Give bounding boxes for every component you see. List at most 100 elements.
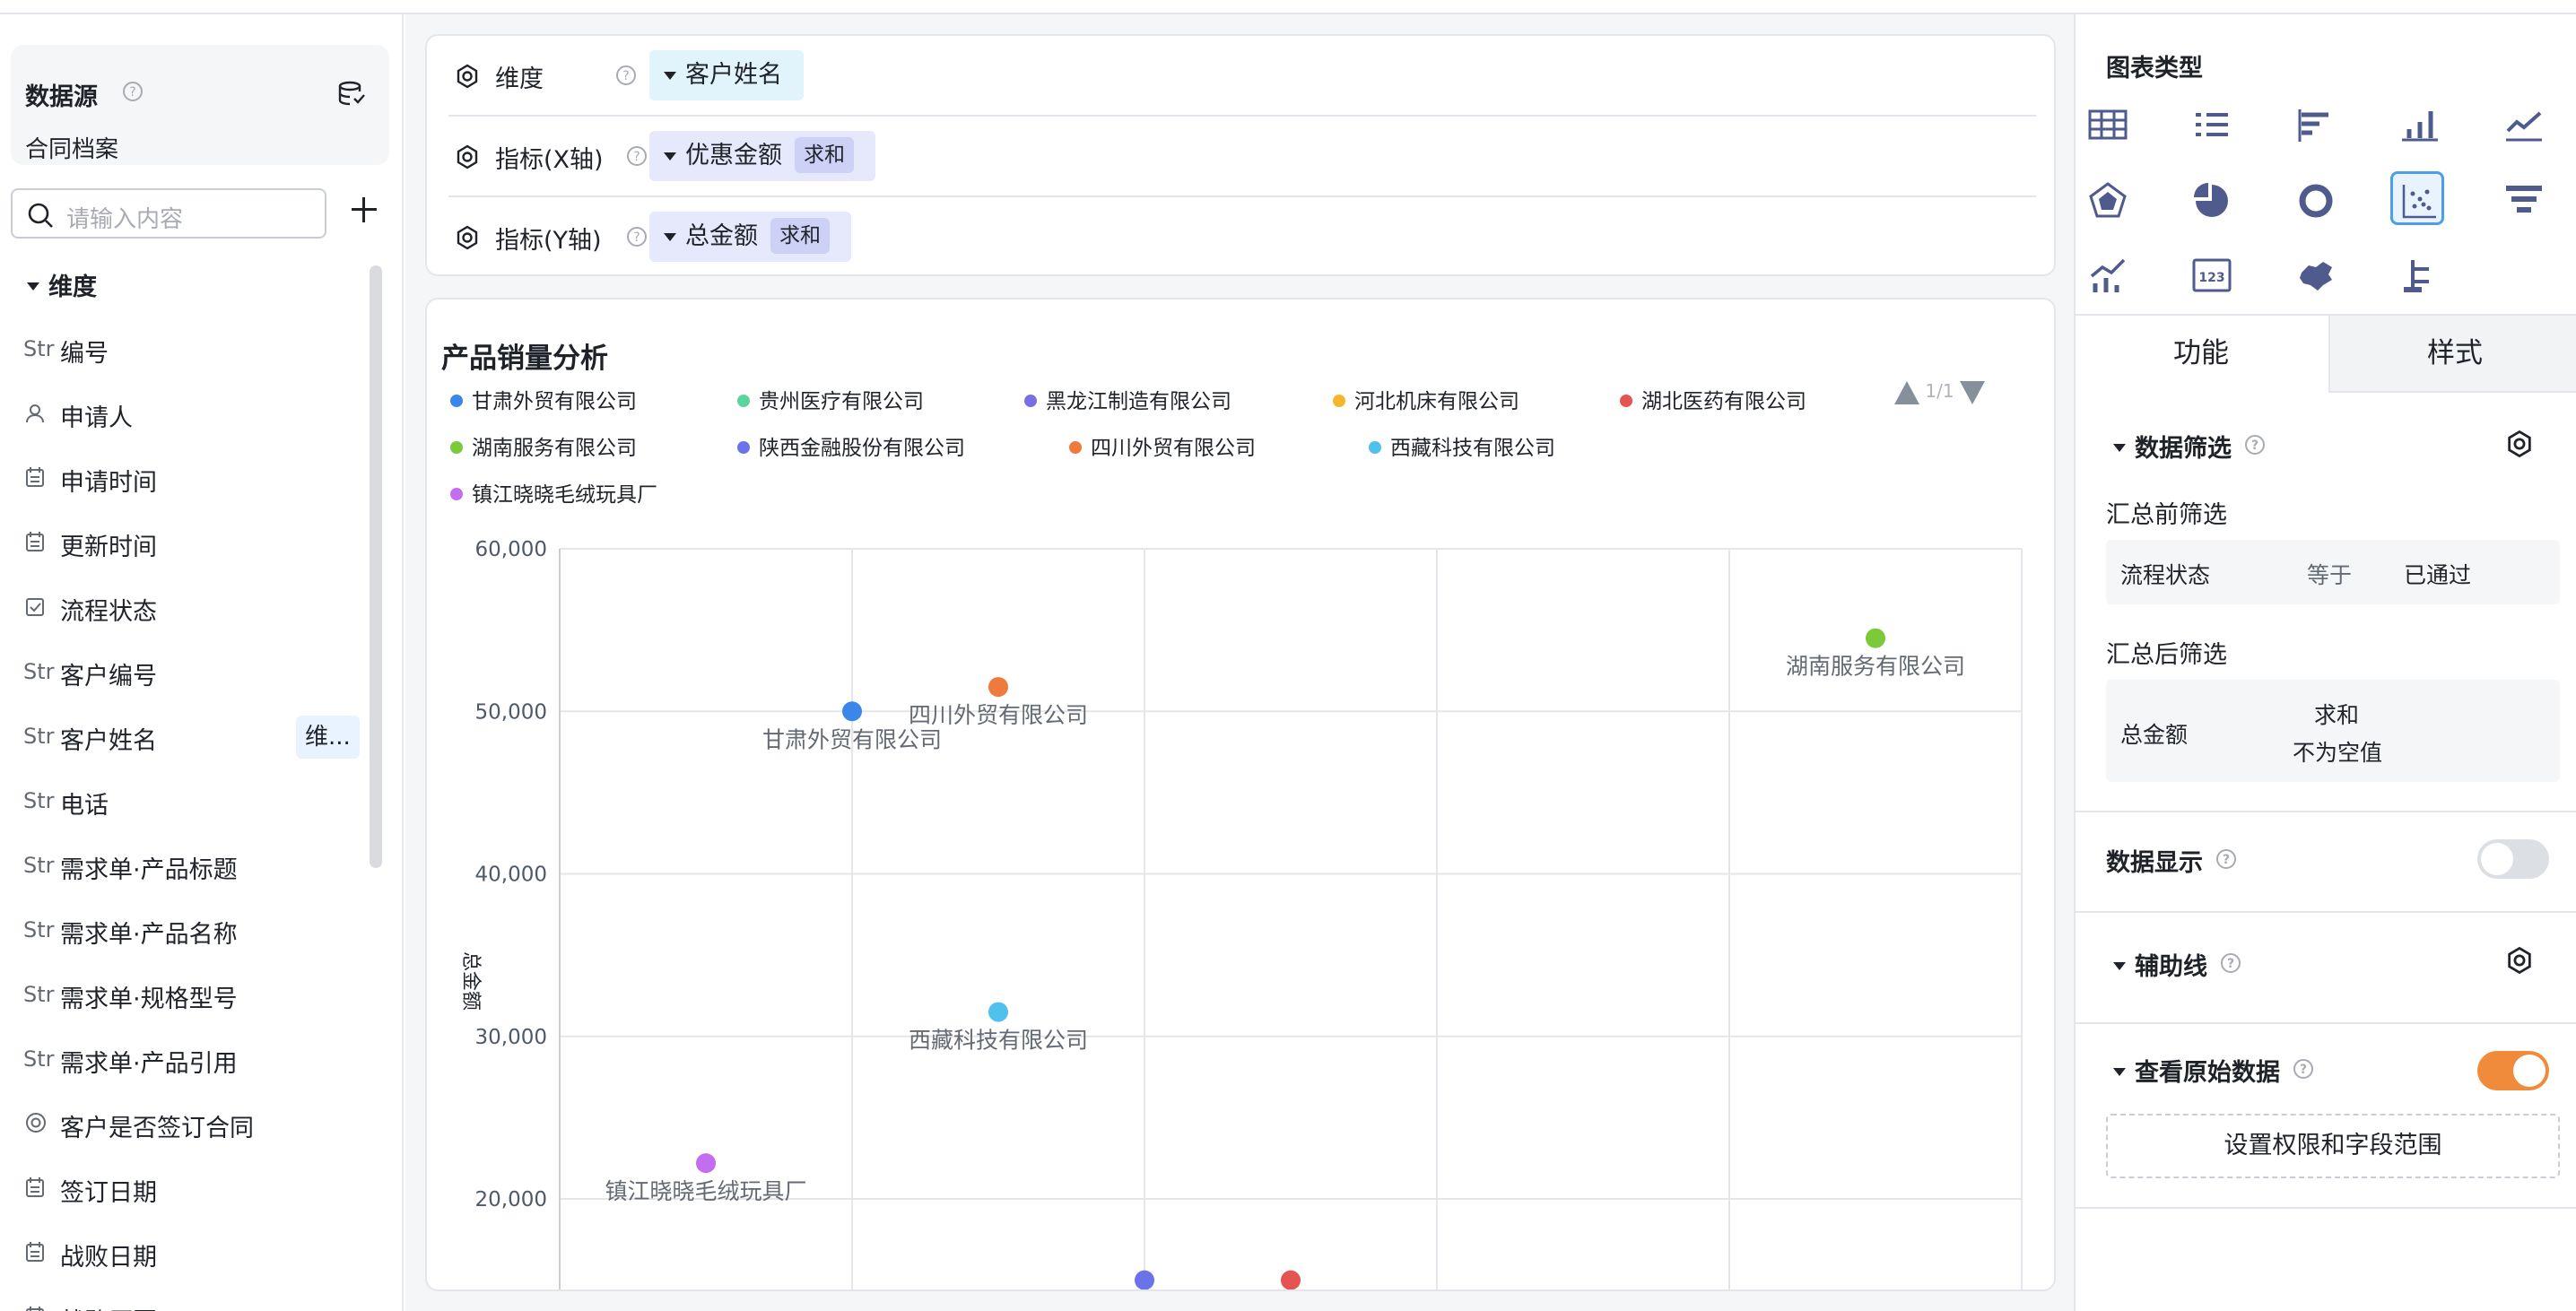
help-icon[interactable]: ? bbox=[626, 226, 648, 254]
help-icon[interactable]: ? bbox=[2293, 1058, 2314, 1086]
scatter-point[interactable] bbox=[1135, 1270, 1154, 1290]
field-item[interactable]: 战败日期 bbox=[0, 1221, 377, 1286]
raw-data-toggle[interactable] bbox=[2477, 1051, 2549, 1090]
set-permission-button[interactable]: 设置权限和字段范围 bbox=[2106, 1114, 2560, 1178]
field-list-scrollbar[interactable] bbox=[370, 265, 382, 868]
top-border bbox=[0, 0, 2576, 14]
field-item[interactable]: 流程状态 bbox=[0, 576, 377, 640]
field-item[interactable]: Str 电话 bbox=[0, 769, 377, 834]
bar-icon[interactable] bbox=[2393, 99, 2447, 152]
radar-icon[interactable] bbox=[2081, 174, 2135, 228]
properties-panel: 图表类型 123 功能 样式 数据筛选? 汇总前筛选 流程状态 等于 已通过 汇… bbox=[2074, 14, 2576, 1311]
list-icon[interactable] bbox=[2185, 99, 2239, 152]
field-name: 战败原因 bbox=[60, 1302, 157, 1311]
caret-down-icon bbox=[27, 282, 39, 291]
field-item[interactable]: 申请时间 bbox=[0, 447, 377, 511]
field-item[interactable]: 签订日期 bbox=[0, 1157, 377, 1221]
field-item[interactable]: Str 客户编号 bbox=[0, 640, 377, 705]
x-metric-row: 指标(X轴) ? 优惠金额 求和 bbox=[427, 117, 2058, 197]
help-icon[interactable]: ? bbox=[626, 145, 648, 173]
aux-line-title: 辅助线 bbox=[2135, 953, 2207, 981]
scatter-point[interactable] bbox=[696, 1153, 716, 1174]
tab-function[interactable]: 功能 bbox=[2076, 316, 2327, 393]
post-aggregation-filter-rule[interactable]: 总金额 求和 不为空值 bbox=[2106, 680, 2560, 782]
table-icon[interactable] bbox=[2081, 99, 2135, 152]
aggregation-badge[interactable]: 求和 bbox=[795, 136, 854, 173]
dimension-section-header[interactable]: 维度 bbox=[27, 267, 97, 302]
scatter-point[interactable] bbox=[842, 701, 862, 722]
scatter-point[interactable] bbox=[988, 677, 1008, 698]
field-name: 编号 bbox=[60, 340, 109, 368]
aggregation-badge[interactable]: 求和 bbox=[770, 217, 830, 254]
scatter-point[interactable] bbox=[988, 1002, 1008, 1022]
filter-operator: 不为空值 bbox=[2293, 740, 2383, 766]
scatter-icon[interactable] bbox=[2390, 171, 2444, 225]
field-item[interactable]: 更新时间 bbox=[0, 511, 377, 576]
settings-icon[interactable] bbox=[2504, 945, 2535, 982]
point-label: 湖南服务有限公司 bbox=[1786, 654, 1965, 680]
scatter-point[interactable] bbox=[1281, 1270, 1301, 1290]
map-icon[interactable] bbox=[2289, 249, 2343, 303]
help-icon[interactable]: ? bbox=[122, 81, 144, 109]
settings-icon[interactable] bbox=[2504, 429, 2535, 465]
field-item[interactable]: Str 需求单·产品引用 bbox=[0, 1028, 377, 1092]
datasource-card[interactable]: 数据源 ? 合同档案 bbox=[11, 45, 389, 165]
raw-data-header[interactable]: 查看原始数据? bbox=[2113, 1053, 2314, 1088]
field-item[interactable]: 申请人 bbox=[0, 382, 377, 447]
dimension-field-pill[interactable]: 客户姓名 bbox=[649, 50, 804, 100]
funnel-icon[interactable] bbox=[2497, 174, 2551, 228]
pre-aggregation-filter-rule[interactable]: 流程状态 等于 已通过 bbox=[2106, 540, 2560, 604]
filter-field: 总金额 bbox=[2120, 722, 2189, 748]
field-name: 申请人 bbox=[60, 404, 133, 432]
bar-horizontal-icon[interactable] bbox=[2289, 99, 2343, 152]
field-usage-tag[interactable]: 维... bbox=[296, 716, 360, 759]
field-search-box[interactable]: 请输入内容 bbox=[11, 188, 326, 239]
user-icon bbox=[25, 402, 45, 430]
field-item[interactable]: Str 客户姓名 维... bbox=[0, 705, 377, 769]
chart-type-title: 图表类型 bbox=[2106, 55, 2203, 82]
field-name: 客户是否签订合同 bbox=[60, 1115, 254, 1142]
string-type-label: Str bbox=[23, 1046, 55, 1072]
caret-down-icon bbox=[2113, 444, 2126, 452]
field-item[interactable]: Str 需求单·产品名称 bbox=[0, 899, 377, 963]
scatter-point[interactable] bbox=[1866, 628, 1885, 648]
radio-icon bbox=[25, 1112, 47, 1140]
settings-icon[interactable] bbox=[454, 63, 481, 96]
canvas-area: 维度 ? 客户姓名 指标(X轴) ? 优惠金额 求和 指标(Y轴) ? 总金额 求和… bbox=[405, 14, 2074, 1311]
panel-tabs: 功能 样式 bbox=[2076, 314, 2576, 393]
x-metric-field-pill[interactable]: 优惠金额 求和 bbox=[649, 131, 875, 181]
date-icon bbox=[25, 466, 45, 494]
data-filter-header[interactable]: 数据筛选? bbox=[2113, 429, 2266, 464]
pre-aggregation-filter-label: 汇总前筛选 bbox=[2106, 501, 2227, 529]
tree-icon[interactable] bbox=[2393, 249, 2447, 303]
settings-icon[interactable] bbox=[454, 143, 481, 177]
help-icon[interactable]: ? bbox=[2244, 434, 2266, 462]
svg-text:?: ? bbox=[2223, 853, 2230, 867]
string-type-label: Str bbox=[23, 917, 55, 942]
filter-value: 已通过 bbox=[2404, 562, 2472, 588]
line-icon[interactable] bbox=[2497, 99, 2551, 152]
field-item[interactable]: 客户是否签订合同 bbox=[0, 1092, 377, 1157]
donut-icon[interactable] bbox=[2289, 174, 2343, 228]
number-card-icon[interactable]: 123 bbox=[2185, 249, 2239, 303]
field-item[interactable]: Str 编号 bbox=[0, 317, 377, 382]
y-metric-field-pill[interactable]: 总金额 求和 bbox=[649, 212, 851, 262]
string-type-label: Str bbox=[23, 982, 55, 1007]
combo-icon[interactable] bbox=[2081, 249, 2135, 303]
tab-style[interactable]: 样式 bbox=[2328, 316, 2576, 393]
data-display-toggle[interactable] bbox=[2477, 839, 2549, 879]
settings-icon[interactable] bbox=[454, 224, 481, 257]
database-switch-icon[interactable] bbox=[337, 79, 366, 114]
pie-icon[interactable] bbox=[2185, 174, 2239, 228]
svg-text:?: ? bbox=[2251, 438, 2258, 453]
help-icon[interactable]: ? bbox=[2215, 848, 2237, 876]
field-item[interactable]: Str 需求单·规格型号 bbox=[0, 963, 377, 1028]
add-field-icon[interactable] bbox=[348, 194, 380, 226]
help-icon[interactable]: ? bbox=[2220, 952, 2241, 980]
help-icon[interactable]: ? bbox=[615, 65, 637, 92]
x-metric-label: 指标(X轴) bbox=[495, 146, 604, 174]
svg-text:?: ? bbox=[129, 85, 135, 100]
field-item[interactable]: 战败原因 bbox=[0, 1286, 377, 1311]
aux-line-header[interactable]: 辅助线? bbox=[2113, 947, 2241, 982]
field-item[interactable]: Str 需求单·产品标题 bbox=[0, 834, 377, 899]
